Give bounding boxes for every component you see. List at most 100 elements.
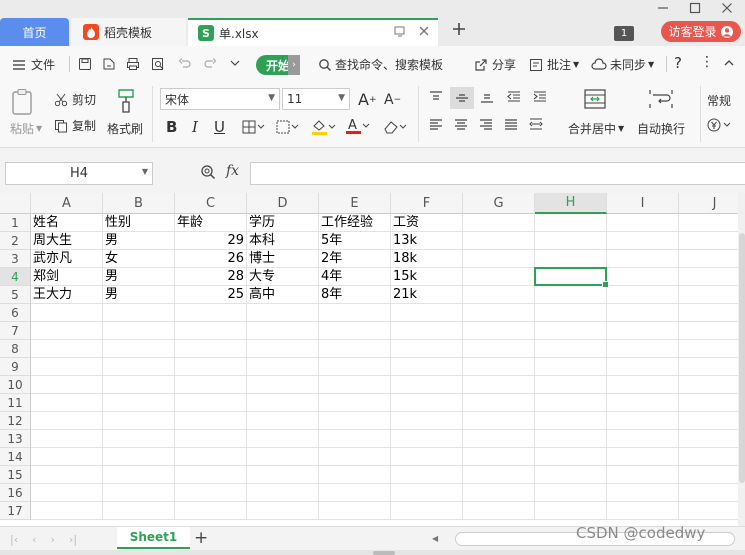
cell-a17[interactable] xyxy=(31,502,103,520)
cell-j15[interactable] xyxy=(679,466,738,484)
cell-i6[interactable] xyxy=(607,304,679,322)
cell-e17[interactable] xyxy=(319,502,391,520)
column-header-j[interactable]: J xyxy=(679,193,738,214)
cell-g7[interactable] xyxy=(463,322,535,340)
cell-h10[interactable] xyxy=(535,376,607,394)
distributed-align-icon[interactable] xyxy=(528,117,544,131)
cell-d16[interactable] xyxy=(247,484,319,502)
cell-a4[interactable]: 郑剑 xyxy=(31,268,103,286)
zoom-find-icon[interactable] xyxy=(200,164,216,180)
cell-c12[interactable] xyxy=(175,412,247,430)
cell-e13[interactable] xyxy=(319,430,391,448)
select-all-corner[interactable] xyxy=(0,193,31,214)
font-size-select[interactable]: 11 ▼ xyxy=(282,88,350,110)
cell-b15[interactable] xyxy=(103,466,175,484)
window-count-badge[interactable]: 1 xyxy=(614,26,634,41)
row-header-5[interactable]: 5 xyxy=(0,286,31,304)
cell-d13[interactable] xyxy=(247,430,319,448)
name-box[interactable]: H4 ▼ xyxy=(5,162,153,185)
column-header-i[interactable]: I xyxy=(607,193,679,214)
row-header-7[interactable]: 7 xyxy=(0,322,31,340)
cell-f9[interactable] xyxy=(391,358,463,376)
command-search[interactable]: 查找命令、搜索模板 xyxy=(318,56,443,73)
cell-e12[interactable] xyxy=(319,412,391,430)
cell-h11[interactable] xyxy=(535,394,607,412)
cell-a3[interactable]: 武亦凡 xyxy=(31,250,103,268)
justify-icon[interactable] xyxy=(503,118,519,132)
cell-g9[interactable] xyxy=(463,358,535,376)
cell-f17[interactable] xyxy=(391,502,463,520)
cell-i11[interactable] xyxy=(607,394,679,412)
sync-status[interactable]: 未同步 ▼ xyxy=(591,56,654,73)
cell-f6[interactable] xyxy=(391,304,463,322)
redo-icon[interactable] xyxy=(203,57,217,71)
cell-f14[interactable] xyxy=(391,448,463,466)
cell-i16[interactable] xyxy=(607,484,679,502)
cell-b1[interactable]: 性别 xyxy=(103,214,175,232)
row-header-8[interactable]: 8 xyxy=(0,340,31,358)
cell-f8[interactable] xyxy=(391,340,463,358)
cell-b17[interactable] xyxy=(103,502,175,520)
prev-sheet-icon[interactable]: ‹ xyxy=(32,533,36,546)
cell-d5[interactable]: 高中 xyxy=(247,286,319,304)
cell-e3[interactable]: 2年 xyxy=(319,250,391,268)
cell-j9[interactable] xyxy=(679,358,738,376)
row-header-4[interactable]: 4 xyxy=(0,268,31,286)
row-header-11[interactable]: 11 xyxy=(0,394,31,412)
row-header-3[interactable]: 3 xyxy=(0,250,31,268)
currency-format-icon[interactable] xyxy=(707,118,733,132)
cell-f4[interactable]: 15k xyxy=(391,268,463,286)
cell-c7[interactable] xyxy=(175,322,247,340)
number-format-select[interactable]: 常规 xyxy=(707,92,731,109)
borders-icon[interactable] xyxy=(242,120,266,134)
cell-i17[interactable] xyxy=(607,502,679,520)
cell-g10[interactable] xyxy=(463,376,535,394)
cell-g2[interactable] xyxy=(463,232,535,250)
tab-template[interactable]: 稻壳模板 xyxy=(71,18,186,46)
cell-h3[interactable] xyxy=(535,250,607,268)
cell-c11[interactable] xyxy=(175,394,247,412)
guest-login-button[interactable]: 访客登录 xyxy=(661,21,741,42)
cell-d12[interactable] xyxy=(247,412,319,430)
save-icon[interactable] xyxy=(78,57,92,71)
file-menu[interactable]: 文件 xyxy=(12,56,55,73)
cell-a14[interactable] xyxy=(31,448,103,466)
active-cell-selection[interactable] xyxy=(534,267,609,288)
cell-f5[interactable]: 21k xyxy=(391,286,463,304)
cell-j2[interactable] xyxy=(679,232,738,250)
cell-d6[interactable] xyxy=(247,304,319,322)
cell-h9[interactable] xyxy=(535,358,607,376)
cell-i4[interactable] xyxy=(607,268,679,286)
cell-h15[interactable] xyxy=(535,466,607,484)
first-sheet-icon[interactable]: |‹ xyxy=(10,533,18,546)
cell-d9[interactable] xyxy=(247,358,319,376)
cell-j3[interactable] xyxy=(679,250,738,268)
row-header-16[interactable]: 16 xyxy=(0,484,31,502)
cell-a7[interactable] xyxy=(31,322,103,340)
cell-f1[interactable]: 工资 xyxy=(391,214,463,232)
cell-b11[interactable] xyxy=(103,394,175,412)
column-header-b[interactable]: B xyxy=(103,193,175,214)
cell-f10[interactable] xyxy=(391,376,463,394)
cell-j4[interactable] xyxy=(679,268,738,286)
help-button[interactable]: ? xyxy=(674,54,682,72)
maximize-icon[interactable] xyxy=(689,2,701,14)
wrap-text-button[interactable]: 自动换行 xyxy=(637,120,685,137)
cell-j16[interactable] xyxy=(679,484,738,502)
row-header-9[interactable]: 9 xyxy=(0,358,31,376)
cell-d15[interactable] xyxy=(247,466,319,484)
cell-c4[interactable]: 28 xyxy=(175,268,247,286)
formula-input[interactable] xyxy=(250,162,745,185)
align-middle-icon[interactable] xyxy=(450,87,474,109)
comment-menu[interactable]: 批注 ▼ xyxy=(529,56,579,73)
cell-b3[interactable]: 女 xyxy=(103,250,175,268)
underline-icon[interactable]: U xyxy=(214,118,225,136)
vertical-scrollbar-thumb[interactable] xyxy=(739,233,745,483)
cell-g3[interactable] xyxy=(463,250,535,268)
last-sheet-icon[interactable]: ›| xyxy=(69,533,77,546)
cell-e9[interactable] xyxy=(319,358,391,376)
cell-c2[interactable]: 29 xyxy=(175,232,247,250)
cell-b6[interactable] xyxy=(103,304,175,322)
bold-icon[interactable]: B xyxy=(166,118,177,136)
cell-f12[interactable] xyxy=(391,412,463,430)
